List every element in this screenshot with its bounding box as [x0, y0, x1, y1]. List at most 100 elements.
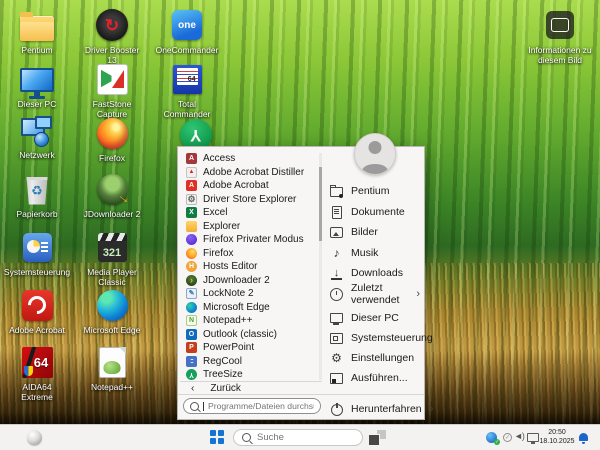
- user-avatar[interactable]: [354, 133, 396, 175]
- start-program-access[interactable]: AAccess: [181, 152, 317, 166]
- desktop-icon-firefox[interactable]: Firefox: [83, 116, 141, 163]
- desktop-icon-label: Total Commander: [158, 99, 216, 119]
- start-program-driver-store-explorer[interactable]: ⚙Driver Store Explorer: [181, 193, 317, 207]
- faststone-icon: [95, 62, 129, 96]
- document-icon: [330, 206, 343, 219]
- menu-item-zuletzt-verwendet[interactable]: Zuletzt verwendet›: [330, 287, 420, 301]
- program-label: Adobe Acrobat Distiller: [203, 167, 304, 178]
- notepadpp-icon: N: [186, 315, 197, 326]
- desktop-icon-mpc[interactable]: 321 Media Player Classic: [83, 230, 141, 287]
- clock-date: 18.10.2025: [537, 438, 577, 447]
- desktop-icon-papierkorb[interactable]: Papierkorb: [8, 172, 66, 219]
- start-program-firefox[interactable]: Firefox: [181, 247, 317, 261]
- shutdown-button[interactable]: Herunterfahren›: [330, 402, 420, 416]
- user-folder-icon: [330, 185, 343, 198]
- locknote-icon: ✎: [186, 288, 197, 299]
- taskbar-search[interactable]: [233, 429, 363, 446]
- menu-item-dokumente[interactable]: Dokumente: [330, 205, 420, 219]
- menu-item-einstellungen[interactable]: Einstellungen: [330, 351, 420, 365]
- program-label: PowerPoint: [203, 342, 254, 353]
- start-program-locknote[interactable]: ✎LockNote 2: [181, 287, 317, 301]
- desktop-icon-label: Microsoft Edge: [84, 325, 141, 335]
- desktop-icon-notepadpp[interactable]: Notepad++: [83, 345, 141, 392]
- start-program-jdownloader[interactable]: ›JDownloader 2: [181, 274, 317, 288]
- control-panel-icon: [330, 332, 343, 345]
- start-program-acrobat-distiller[interactable]: ▲Adobe Acrobat Distiller: [181, 166, 317, 180]
- desktop-icon-systemsteuerung[interactable]: Systemsteuerung: [8, 230, 66, 277]
- gear-icon: ⚙: [186, 194, 197, 205]
- taskbar-search-input[interactable]: [257, 432, 354, 443]
- control-panel-icon: [20, 230, 54, 264]
- program-label: TreeSize: [203, 369, 243, 380]
- notification-bell-icon[interactable]: [579, 433, 588, 441]
- menu-item-label: Bilder: [351, 226, 378, 238]
- menu-item-dieser-pc[interactable]: Dieser PC: [330, 311, 420, 325]
- desktop-icon-label: AIDA64 Extreme: [8, 382, 66, 402]
- program-label: Firefox Privater Modus: [203, 234, 304, 245]
- menu-item-pentium[interactable]: Pentium: [330, 184, 420, 198]
- excel-icon: X: [186, 207, 197, 218]
- menu-search-box[interactable]: [183, 398, 321, 414]
- start-program-firefox-private[interactable]: Firefox Privater Modus: [181, 233, 317, 247]
- music-note-icon: [330, 247, 343, 260]
- desktop-icon-total-commander[interactable]: 64 Total Commander: [158, 62, 216, 119]
- driver-booster-icon: [95, 8, 129, 42]
- folder-icon: [186, 221, 197, 232]
- start-program-hosts-editor[interactable]: HHosts Editor: [181, 260, 317, 274]
- back-label: Zurück: [210, 383, 241, 394]
- firefox-icon: [95, 116, 129, 150]
- menu-item-label: Dokumente: [351, 206, 405, 218]
- desktop-icon-driver-booster[interactable]: Driver Booster 13: [83, 8, 141, 65]
- desktop-icon-label: Netzwerk: [19, 150, 54, 160]
- menu-item-systemsteuerung[interactable]: Systemsteuerung: [330, 331, 420, 345]
- spotlight-info[interactable]: Informationen zu diesem Bild: [522, 8, 598, 65]
- desktop-icon-onecommander[interactable]: one OneCommander: [158, 8, 216, 55]
- desktop-icon-dieser-pc[interactable]: Dieser PC: [8, 62, 66, 109]
- start-menu: AAccess ▲Adobe Acrobat Distiller AAdobe …: [177, 146, 425, 420]
- program-label: Microsoft Edge: [203, 302, 270, 313]
- desktop-icon-faststone[interactable]: FastStone Capture: [83, 62, 141, 119]
- speaker-icon[interactable]: ◄): [514, 431, 524, 441]
- sync-status-icon[interactable]: [486, 432, 497, 443]
- menu-item-bilder[interactable]: Bilder: [330, 225, 420, 239]
- menu-item-label: Systemsteuerung: [351, 332, 433, 344]
- computer-icon: [20, 62, 54, 96]
- desktop-icon-aida64[interactable]: 64 AIDA64 Extreme: [8, 345, 66, 402]
- start-program-powerpoint[interactable]: PPowerPoint: [181, 341, 317, 355]
- firefox-icon: [186, 248, 197, 259]
- menu-item-ausfuehren[interactable]: Ausführen...: [330, 371, 420, 385]
- menu-item-downloads[interactable]: Downloads: [330, 266, 420, 280]
- aida64-badge: 64: [34, 355, 48, 370]
- desktop-icon-edge[interactable]: Microsoft Edge: [83, 288, 141, 335]
- start-program-edge[interactable]: Microsoft Edge: [181, 301, 317, 315]
- windows-start-button[interactable]: [210, 430, 224, 444]
- classic-start-orb[interactable]: [27, 430, 42, 445]
- start-program-regcool[interactable]: ::RegCool: [181, 355, 317, 369]
- spotlight-label: Informationen zu diesem Bild: [522, 45, 598, 65]
- menu-item-label: Ausführen...: [351, 372, 408, 384]
- onecommander-icon: one: [170, 8, 204, 42]
- chevron-right-icon: ›: [430, 403, 434, 415]
- desktop-icon-label: Media Player Classic: [83, 267, 141, 287]
- security-check-icon[interactable]: ✓: [503, 433, 512, 442]
- start-program-explorer[interactable]: Explorer: [181, 220, 317, 234]
- desktop-icon-netzwerk[interactable]: Netzwerk: [8, 116, 66, 160]
- clock-time: 20:50: [537, 429, 577, 438]
- start-program-outlook[interactable]: OOutlook (classic): [181, 328, 317, 342]
- program-label: Firefox: [203, 248, 234, 259]
- taskbar-clock[interactable]: 20:50 18.10.2025: [537, 429, 577, 446]
- search-icon: [242, 433, 251, 442]
- menu-item-label: Einstellungen: [351, 352, 414, 364]
- menu-search-input[interactable]: [208, 401, 314, 411]
- menu-item-label: Musik: [351, 247, 378, 259]
- desktop-icon-jdownloader[interactable]: JDownloader 2: [83, 172, 141, 219]
- window-stack-icon[interactable]: [369, 430, 386, 445]
- start-program-treesize[interactable]: YTreeSize: [181, 368, 317, 381]
- desktop-icon-adobe-acrobat[interactable]: Adobe Acrobat: [8, 288, 66, 335]
- start-program-adobe-acrobat[interactable]: AAdobe Acrobat: [181, 179, 317, 193]
- menu-item-musik[interactable]: Musik: [330, 246, 420, 260]
- desktop-icon-pentium[interactable]: Pentium: [8, 8, 66, 55]
- start-program-notepadpp[interactable]: NNotepad++: [181, 314, 317, 328]
- scrollbar-thumb[interactable]: [319, 167, 322, 241]
- start-program-excel[interactable]: XExcel: [181, 206, 317, 220]
